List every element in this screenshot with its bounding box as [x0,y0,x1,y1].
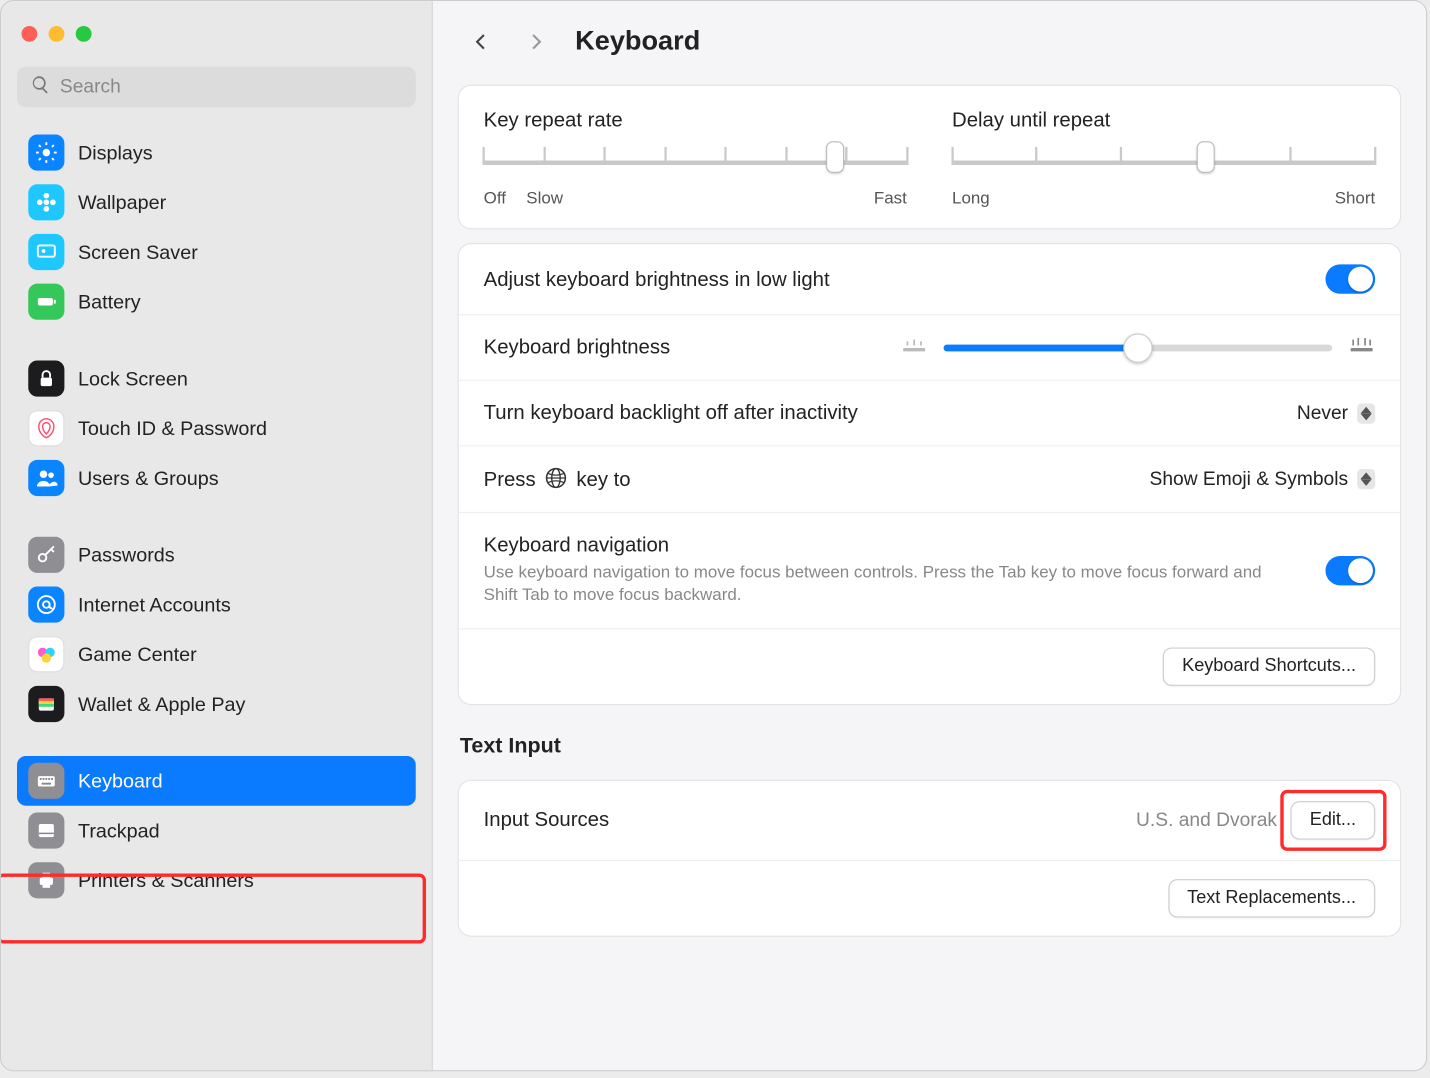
screen-icon [28,234,64,270]
back-button[interactable] [467,27,496,56]
brightness-high-icon [1348,337,1375,357]
kb-brightness-slider[interactable] [944,344,1333,351]
sidebar-item-label: Wallet & Apple Pay [78,692,245,716]
sidebar-item-label: Trackpad [78,819,160,843]
delay-label: Delay until repeat [952,108,1375,132]
page-title: Keyboard [575,26,700,58]
sidebar-item-game-center[interactable]: Game Center [17,629,416,679]
keyboard-shortcuts-button[interactable]: Keyboard Shortcuts... [1163,647,1375,685]
key-repeat-label: Key repeat rate [484,108,907,132]
battery-icon [28,284,64,320]
kb-nav-toggle[interactable] [1325,556,1375,585]
sidebar-item-label: Wallpaper [78,190,166,214]
sidebar-item-wallet-apple-pay[interactable]: Wallet & Apple Pay [17,679,416,729]
sidebar-item-label: Screen Saver [78,240,198,264]
sidebar-item-screen-saver[interactable]: Screen Saver [17,227,416,277]
sidebar-item-label: Battery [78,290,141,314]
sidebar-item-internet-accounts[interactable]: Internet Accounts [17,580,416,630]
key-repeat-slider[interactable] [484,144,907,178]
window-controls [17,17,416,67]
sidebar-item-touch-id-password[interactable]: Touch ID & Password [17,403,416,453]
text-input-panel: Input Sources U.S. and Dvorak Edit... Te… [458,779,1402,936]
sidebar-item-label: Keyboard [78,769,163,793]
backlight-off-label: Turn keyboard backlight off after inacti… [484,401,858,425]
chevron-updown-icon [1357,403,1375,423]
search-icon [31,74,51,100]
kb-nav-label: Keyboard navigation [484,533,1298,557]
adjust-brightness-label: Adjust keyboard brightness in low light [484,267,830,291]
close-icon[interactable] [21,26,37,42]
sidebar-item-passwords[interactable]: Passwords [17,530,416,580]
search-input[interactable]: Search [17,67,416,108]
adjust-brightness-toggle[interactable] [1325,264,1375,293]
input-sources-value: U.S. and Dvorak [1136,809,1277,832]
sidebar-item-label: Lock Screen [78,367,188,391]
sun-icon [28,134,64,170]
repeat-lbl-off: Off [484,189,506,208]
edit-input-sources-button[interactable]: Edit... [1291,801,1376,839]
text-replacements-button[interactable]: Text Replacements... [1168,879,1375,917]
repeat-panel: Key repeat rate Off Slow Fast Delay unti… [458,85,1402,230]
press-globe-value: Show Emoji & Symbols [1150,468,1349,491]
lock-icon [28,360,64,396]
sidebar-item-wallpaper[interactable]: Wallpaper [17,177,416,227]
wallet-icon [28,686,64,722]
search-placeholder: Search [60,76,121,99]
sidebar-item-label: Internet Accounts [78,593,231,617]
sidebar-item-label: Passwords [78,543,175,567]
repeat-lbl-slow: Slow [526,189,563,208]
sidebar-item-battery[interactable]: Battery [17,277,416,327]
backlight-off-dropdown[interactable]: Never [1297,402,1375,425]
sidebar-item-users-groups[interactable]: Users & Groups [17,453,416,503]
sidebar-item-label: Game Center [78,642,197,666]
brightness-low-icon [901,337,928,357]
forward-button[interactable] [521,27,550,56]
repeat-lbl-fast: Fast [874,189,907,208]
press-globe-dropdown[interactable]: Show Emoji & Symbols [1150,468,1376,491]
globe-icon [545,467,568,490]
delay-slider[interactable] [952,144,1375,178]
sidebar-list: Displays Wallpaper Screen Saver Battery Lock… [17,128,416,1070]
sidebar-item-label: Printers & Scanners [78,868,254,892]
delay-lbl-short: Short [1335,189,1376,208]
sidebar-item-trackpad[interactable]: Trackpad [17,806,416,856]
sidebar-item-label: Users & Groups [78,466,219,490]
minimize-icon[interactable] [49,26,65,42]
at-icon [28,586,64,622]
zoom-icon[interactable] [76,26,92,42]
delay-lbl-long: Long [952,189,990,208]
brightness-panel: Adjust keyboard brightness in low light … [458,243,1402,705]
text-input-header: Text Input [433,705,1426,766]
keyboard-icon [28,763,64,799]
sidebar: Search Displays Wallpaper Screen Saver Batt… [1,1,433,1070]
users-icon [28,460,64,496]
main-content: Keyboard Key repeat rate Off Slow Fast D… [433,1,1426,1070]
sidebar-item-lock-screen[interactable]: Lock Screen [17,354,416,404]
sidebar-item-displays[interactable]: Displays [17,128,416,178]
input-sources-label: Input Sources [484,808,610,832]
gamecenter-icon [28,636,64,672]
key-repeat-group: Key repeat rate Off Slow Fast [484,108,907,207]
delay-group: Delay until repeat Long Short [952,108,1375,207]
kb-brightness-label: Keyboard brightness [484,336,671,360]
sidebar-item-label: Touch ID & Password [78,416,267,440]
key-icon [28,537,64,573]
settings-window: Search Displays Wallpaper Screen Saver Batt… [0,0,1427,1071]
kb-nav-sublabel: Use keyboard navigation to move focus be… [484,562,1298,608]
sidebar-item-keyboard[interactable]: Keyboard [17,756,416,806]
printer-icon [28,862,64,898]
flower-icon [28,184,64,220]
trackpad-icon [28,812,64,848]
sidebar-item-printers-scanners[interactable]: Printers & Scanners [17,855,416,905]
sidebar-item-label: Displays [78,141,153,165]
backlight-off-value: Never [1297,402,1348,425]
header: Keyboard [433,1,1426,71]
fingerprint-icon [28,410,64,446]
chevron-updown-icon [1357,469,1375,489]
press-globe-label: Press key to [484,467,631,492]
